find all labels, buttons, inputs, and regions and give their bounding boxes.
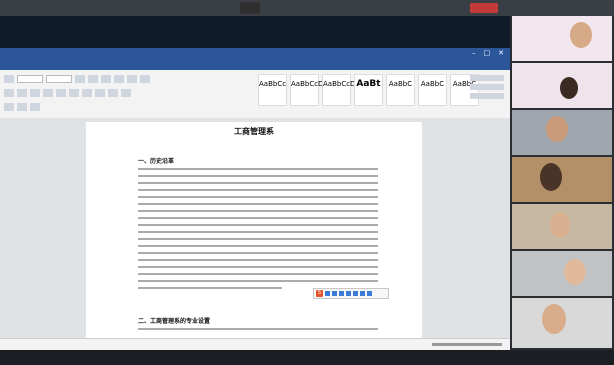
paragraph-2 (138, 328, 378, 335)
strikethrough-icon[interactable] (43, 89, 53, 97)
section-heading-1: 一、历史沿革 (138, 158, 175, 165)
font-name-select[interactable] (17, 75, 43, 83)
replace-icon[interactable] (470, 84, 504, 90)
avatar (564, 259, 586, 285)
editing-group (470, 75, 504, 107)
document-canvas: 工商管理系 一、历史沿革 二、工商管理系的专业设置 S (0, 118, 510, 338)
underline-icon[interactable] (30, 89, 40, 97)
align-right-icon[interactable] (108, 89, 118, 97)
find-icon[interactable] (470, 75, 504, 81)
style-normal[interactable]: AaBbCc (258, 74, 287, 106)
indent-icon[interactable] (127, 75, 137, 83)
remote-badge[interactable] (470, 3, 498, 13)
zoom-slider[interactable] (432, 343, 502, 346)
style-heading-1[interactable]: AaBbCcDc (322, 74, 360, 106)
meeting-top-bar (0, 0, 614, 16)
word-title-bar: – □ ✕ (0, 48, 510, 59)
font-size-select[interactable] (46, 75, 72, 83)
avatar (540, 163, 562, 191)
remote-info (470, 0, 504, 16)
ime-menu-icon[interactable] (367, 291, 372, 296)
sort-icon[interactable] (140, 75, 150, 83)
style-preview: AaBbCcD (291, 80, 324, 88)
font-color-icon[interactable] (56, 89, 66, 97)
ime-mic-icon[interactable] (339, 291, 344, 296)
format-painter-icon[interactable] (30, 103, 40, 111)
participant-tile[interactable] (512, 298, 612, 348)
cut-icon[interactable] (4, 103, 14, 111)
meeting-title (240, 2, 260, 14)
avatar (570, 22, 592, 48)
style-preview: AaBbC (388, 80, 413, 88)
meeting-bottom-bar (0, 350, 614, 365)
select-icon[interactable] (470, 93, 504, 99)
styles-gallery: AaBbCc AaBbCcD AaBbCcDc AaBt AaBbC AaBbC… (258, 74, 479, 106)
style-preview: AaBt (356, 79, 381, 89)
participant-tile[interactable] (512, 251, 612, 296)
avatar (550, 212, 570, 238)
grow-font-icon[interactable] (75, 75, 85, 83)
participant-panel (510, 16, 614, 350)
avatar (546, 116, 568, 142)
shrink-font-icon[interactable] (88, 75, 98, 83)
style-preview: AaBbCc (259, 80, 287, 88)
numbering-icon[interactable] (114, 75, 124, 83)
ime-toolbar[interactable]: S (313, 288, 389, 299)
ribbon: AaBbCc AaBbCcD AaBbCcDc AaBt AaBbC AaBbC… (0, 70, 510, 119)
italic-icon[interactable] (17, 89, 27, 97)
minimize-icon[interactable]: – (472, 49, 476, 57)
participant-tile[interactable] (512, 204, 612, 249)
align-left-icon[interactable] (82, 89, 92, 97)
style-emphasis[interactable]: AaBbC (418, 74, 447, 106)
window-controls: – □ ✕ (472, 49, 504, 57)
ime-mode-icon[interactable] (325, 291, 330, 296)
align-center-icon[interactable] (95, 89, 105, 97)
bold-icon[interactable] (4, 89, 14, 97)
participant-tile[interactable] (512, 110, 612, 155)
ribbon-tabs (0, 59, 510, 70)
ime-tools-icon[interactable] (360, 291, 365, 296)
ime-keyboard-icon[interactable] (346, 291, 351, 296)
avatar (542, 304, 566, 334)
font-group (4, 73, 254, 113)
paste-icon[interactable] (4, 75, 14, 83)
participant-tile[interactable] (512, 16, 612, 61)
maximize-icon[interactable]: □ (484, 49, 491, 57)
word-window: – □ ✕ AaBbCc AaBbCcD AaBbCcDc AaBt AaBbC… (0, 48, 510, 351)
style-preview: AaBbCcDc (323, 80, 360, 88)
participant-tile[interactable] (512, 63, 612, 108)
ime-punct-icon[interactable] (332, 291, 337, 296)
sogou-icon[interactable]: S (316, 290, 323, 297)
copy-icon[interactable] (17, 103, 27, 111)
close-icon[interactable]: ✕ (498, 49, 504, 57)
style-preview: AaBbC (420, 80, 445, 88)
style-title[interactable]: AaBt (354, 74, 383, 106)
justify-icon[interactable] (121, 89, 131, 97)
ime-skin-icon[interactable] (353, 291, 358, 296)
participant-tile[interactable] (512, 157, 612, 202)
style-subtitle[interactable]: AaBbC (386, 74, 415, 106)
style-no-spacing[interactable]: AaBbCcD (290, 74, 324, 106)
document-page[interactable]: 工商管理系 一、历史沿革 二、工商管理系的专业设置 (86, 122, 422, 338)
section-heading-2: 二、工商管理系的专业设置 (138, 318, 211, 325)
document-title: 工商管理系 (234, 126, 274, 136)
shared-screen: – □ ✕ AaBbCc AaBbCcD AaBbCcDc AaBt AaBbC… (0, 16, 510, 351)
highlight-icon[interactable] (69, 89, 79, 97)
paragraph-1 (138, 168, 378, 294)
avatar (560, 77, 578, 99)
bullets-icon[interactable] (101, 75, 111, 83)
